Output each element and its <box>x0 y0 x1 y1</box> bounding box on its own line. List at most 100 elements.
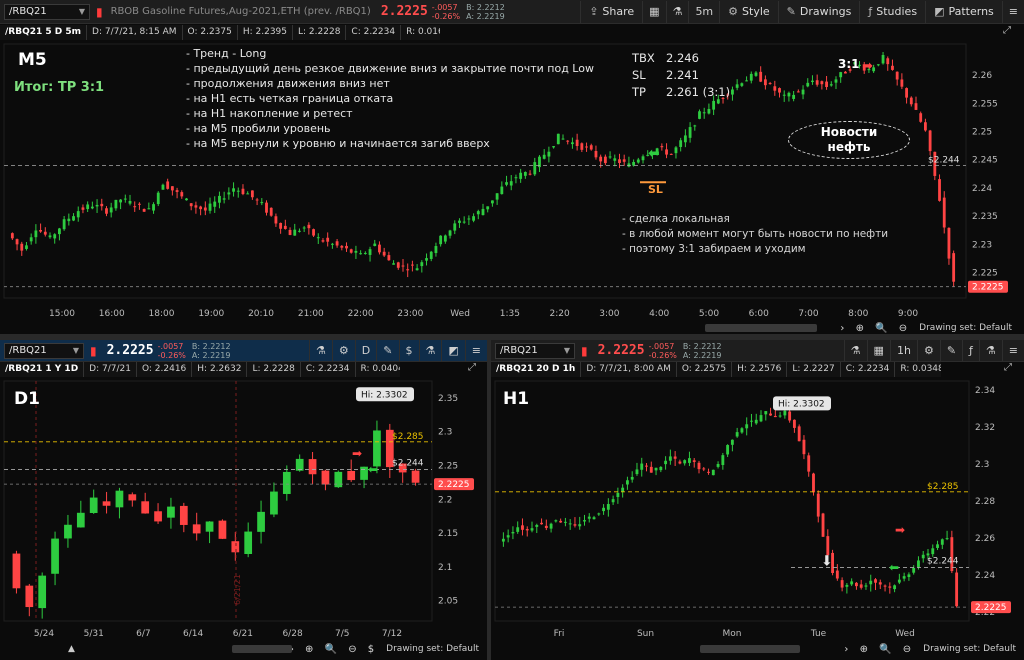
studies-icon[interactable]: ƒ <box>962 340 979 361</box>
candle-body <box>754 419 758 424</box>
flask-icon[interactable]: ⚗ <box>665 0 689 23</box>
scroll-up-icon[interactable]: ▲ <box>68 644 75 654</box>
candle-body <box>745 80 748 82</box>
price-change: -.0057 -0.26% <box>431 2 461 21</box>
candle-body <box>282 471 291 494</box>
chevron-down-icon: ▼ <box>78 7 85 16</box>
m5-scrollbar[interactable] <box>705 324 817 332</box>
h1-chart[interactable]: 2.342.322.32.282.262.242.22FriSunMonTueW… <box>491 377 1024 640</box>
h1-symbol-selector[interactable]: /RBQ21 ▼ <box>495 342 575 359</box>
d1-chart[interactable]: 2.35 2.3 2.25 2.2 2.15 2.1 2.05 5/24 5/31 6/7 6/14… <box>0 377 487 640</box>
chart-tools-icons[interactable]: › ⊕ 🔍 ⊖ <box>844 644 915 655</box>
patterns-button[interactable]: ◩ Patterns <box>925 0 1002 23</box>
style-icon[interactable]: ⚙ <box>331 340 355 361</box>
x-tick-label: 6/7 <box>136 629 150 639</box>
candle-body <box>618 159 621 163</box>
candle-body <box>583 520 586 522</box>
more-icon[interactable]: ≡ <box>1001 0 1024 23</box>
candle-body <box>231 541 240 553</box>
candle-body <box>307 224 311 229</box>
patterns-icon[interactable]: ◩ <box>441 340 464 361</box>
drawing-set-label[interactable]: Drawing set: Default <box>919 323 1012 333</box>
candle-body <box>554 520 558 522</box>
info-high: H: 2.2632 <box>192 362 248 377</box>
candle-body <box>622 159 626 162</box>
d1-symbol-selector[interactable]: /RBQ21 ▼ <box>4 342 84 359</box>
candle-body <box>179 505 188 525</box>
flask-icon[interactable]: ⚗ <box>978 340 1002 361</box>
flask-icon[interactable]: ⚗ <box>418 340 442 361</box>
h1-scrollbar[interactable] <box>700 645 800 653</box>
candle-body <box>141 501 150 514</box>
candle-body <box>812 473 815 493</box>
flask-icon[interactable]: ⚗ <box>843 340 867 361</box>
info-high: H: 2.2395 <box>237 25 294 40</box>
d1-timeframe-button[interactable]: D <box>354 340 376 361</box>
last-price-tag-text: 2.2225 <box>438 480 470 490</box>
style-icon[interactable]: ⚙ <box>916 340 940 361</box>
drawing-set-label[interactable]: Drawing set: Default <box>386 644 479 654</box>
chart-tools-icons[interactable]: › ⊕ 🔍 ⊖ <box>840 323 911 334</box>
candle-body <box>735 84 739 88</box>
info-symbol: /RBQ21 1 Y 1D <box>0 362 85 377</box>
h1-symbol-text: /RBQ21 <box>500 345 538 356</box>
candle-body <box>859 584 863 588</box>
more-icon[interactable]: ≡ <box>1001 340 1024 361</box>
alert-flag-icon[interactable]: ▮ <box>581 344 588 358</box>
alert-flag-icon[interactable]: ▮ <box>90 344 97 358</box>
alert-flag-icon[interactable]: ▮ <box>96 5 103 19</box>
x-tick-label: 9:00 <box>898 309 918 319</box>
candle-body <box>448 230 452 236</box>
x-tick-label: Wed <box>895 629 915 639</box>
candle-body <box>839 72 843 78</box>
candle-body <box>864 585 868 587</box>
drawing-icon[interactable]: ✎ <box>376 340 398 361</box>
tp-value: 2.261 (3:1) <box>666 85 731 99</box>
candle-body <box>505 182 508 185</box>
x-tick-label: 5:00 <box>699 309 719 319</box>
candle-body <box>257 511 265 532</box>
drawings-button[interactable]: ✎ Drawings <box>777 0 860 23</box>
m5-bottom-bar: › ⊕ 🔍 ⊖ Drawing set: Default <box>0 321 1024 335</box>
symbol-selector[interactable]: /RBQ21 ▼ <box>4 3 90 20</box>
share-button[interactable]: ⇪ Share <box>580 0 642 23</box>
grid-icon[interactable]: ▦ <box>866 340 890 361</box>
h1-timeframe-button[interactable]: 1h <box>889 340 917 361</box>
flask-icon[interactable]: ⚗ <box>309 340 332 361</box>
candle-body <box>406 269 410 271</box>
chart-tools-icons[interactable]: › ⊕ 🔍 ⊖ $ <box>290 644 378 655</box>
candle-body <box>495 193 499 200</box>
candle-body <box>768 83 772 85</box>
y-tick-label: 2.32 <box>975 423 995 433</box>
info-low: L: 2.2227 <box>787 362 841 377</box>
candle-body <box>917 560 920 568</box>
note-line: - продолжения движения вниз нет <box>186 77 390 90</box>
studies-button[interactable]: ƒ Studies <box>859 0 925 23</box>
candle-body <box>563 521 567 523</box>
style-button[interactable]: ⚙ Style <box>719 0 778 23</box>
d1-scrollbar[interactable] <box>232 645 292 653</box>
collapse-icon[interactable]: ⤢ <box>1003 25 1011 36</box>
candle-body <box>269 207 273 216</box>
candle-body <box>792 419 796 428</box>
grid-icon[interactable]: ▦ <box>642 0 665 23</box>
drawing-icon[interactable]: ✎ <box>939 340 962 361</box>
collapse-icon[interactable]: ⤢ <box>1004 362 1012 373</box>
candle-body <box>64 524 72 539</box>
x-tick-label: 15:00 <box>49 309 75 319</box>
more-icon[interactable]: ≡ <box>464 340 487 361</box>
timeframe-button[interactable]: 5m <box>688 0 719 23</box>
collapse-icon[interactable]: ⤢ <box>468 362 476 373</box>
d1-info-bar: /RBQ21 1 Y 1D D: 7/7/21 O: 2.2416 H: 2.2… <box>0 362 400 377</box>
drawing-set-label[interactable]: Drawing set: Default <box>923 644 1016 654</box>
pencil-icon: ✎ <box>786 5 796 18</box>
candle-body <box>549 523 553 529</box>
level-244-text: $2.244 <box>392 459 424 469</box>
candle-body <box>429 251 433 259</box>
dollar-icon[interactable]: $ <box>398 340 419 361</box>
candle-body <box>154 511 162 522</box>
candle-body <box>119 199 123 203</box>
sl-marker-label: SL <box>648 183 663 196</box>
candle-body <box>654 467 658 471</box>
candle-body <box>525 529 529 531</box>
